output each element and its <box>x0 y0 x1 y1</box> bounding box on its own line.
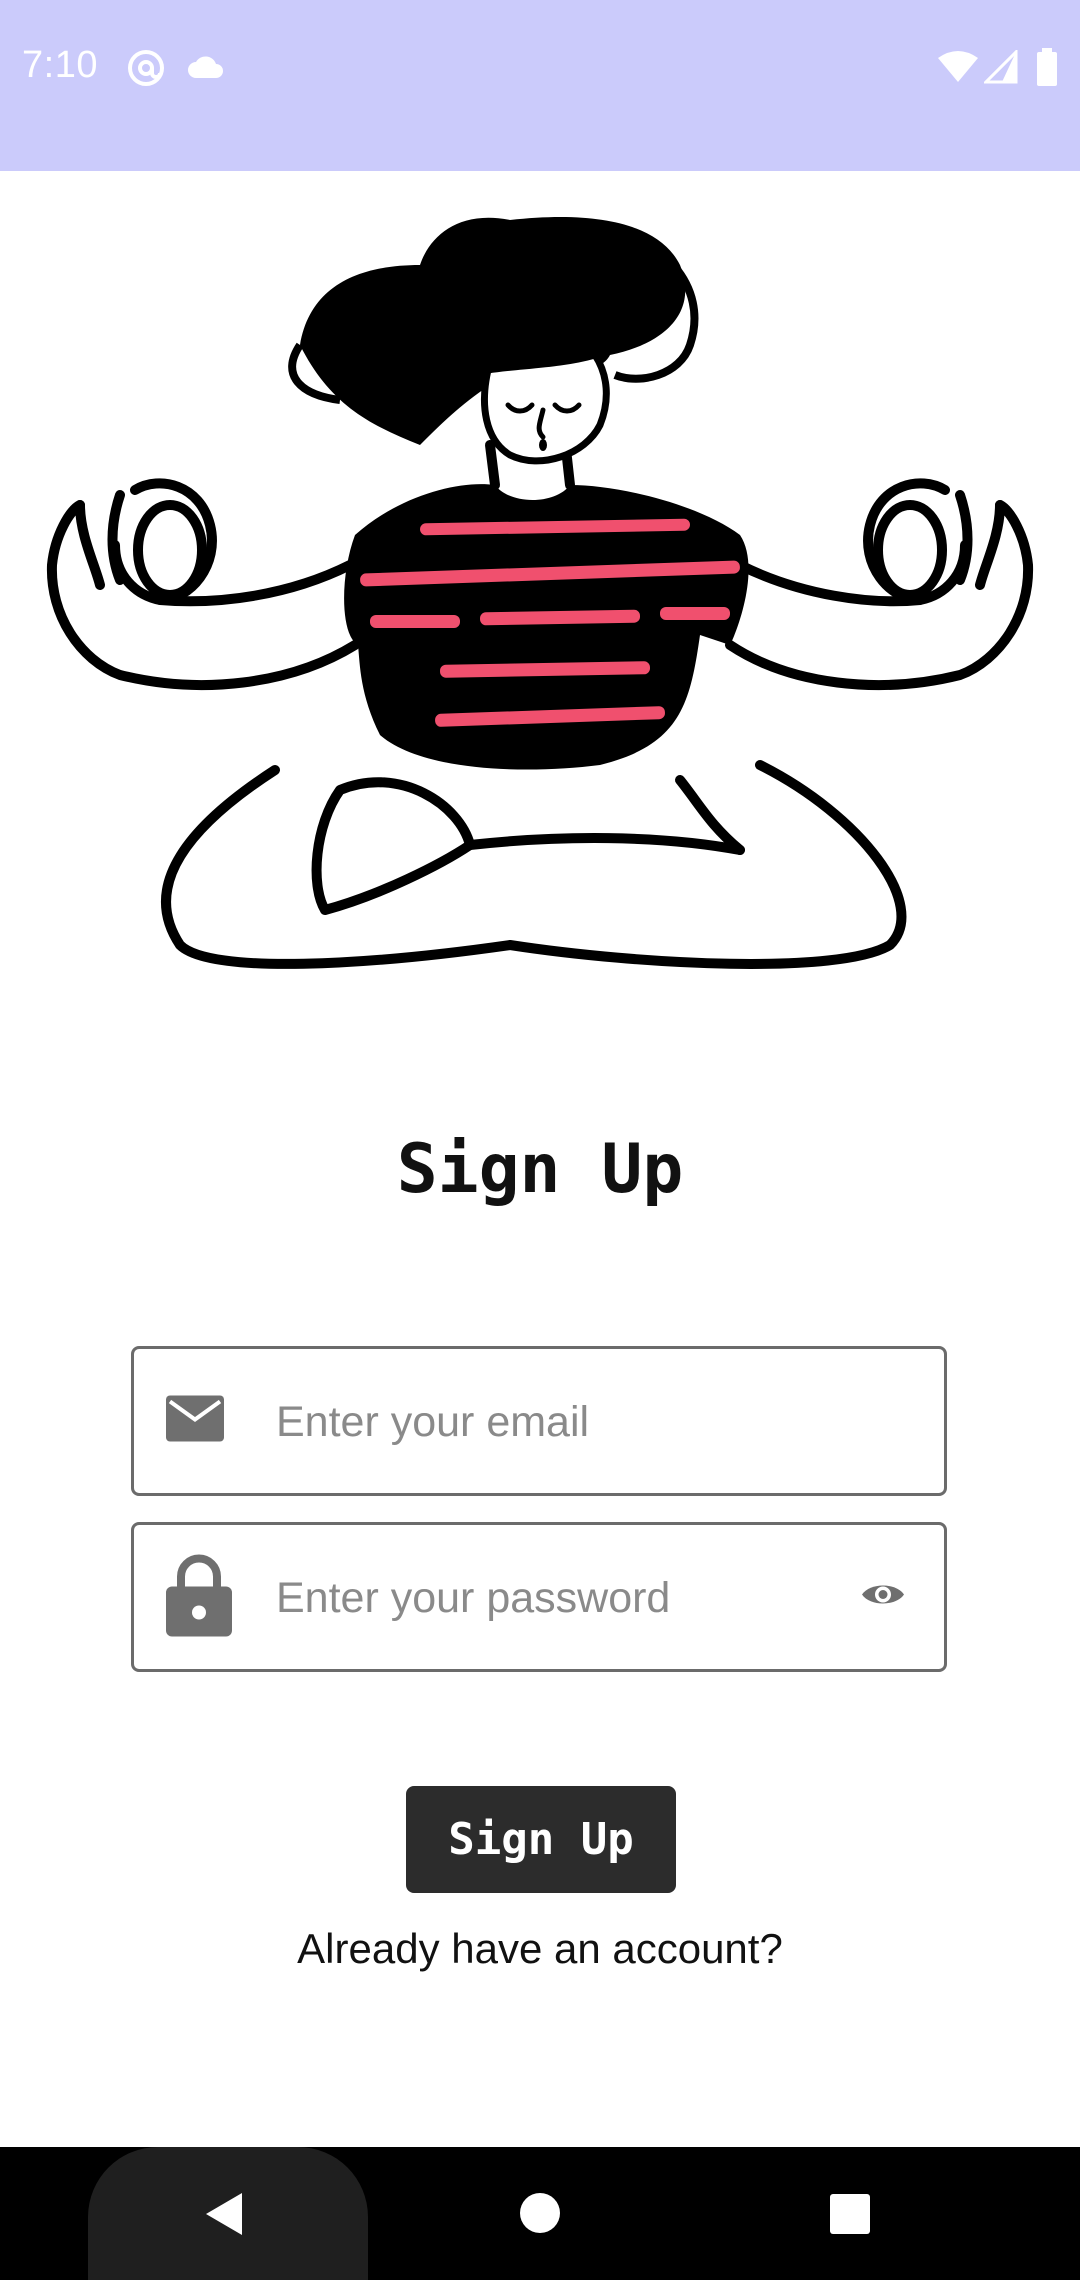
page-title: Sign Up <box>396 1130 684 1209</box>
password-field[interactable] <box>131 1522 947 1672</box>
status-bar: 7:10 <box>0 0 1080 171</box>
envelope-icon <box>166 1395 224 1447</box>
meditating-person-illustration <box>40 205 1040 985</box>
already-have-account-link[interactable]: Already have an account? <box>0 1925 1080 1973</box>
signal-icon <box>982 48 1018 89</box>
battery-icon <box>1036 48 1058 91</box>
at-sign-icon <box>126 48 166 93</box>
back-triangle-icon[interactable] <box>204 2191 244 2242</box>
password-input[interactable] <box>274 1525 838 1671</box>
sign-up-button[interactable]: Sign Up <box>406 1786 676 1893</box>
navigation-bar <box>0 2147 1080 2280</box>
status-time: 7:10 <box>22 44 98 86</box>
eye-icon[interactable] <box>860 1580 906 1615</box>
cloud-icon <box>186 52 226 85</box>
lock-icon <box>166 1553 232 1642</box>
recents-square-icon[interactable] <box>829 2193 871 2240</box>
email-input[interactable] <box>274 1349 838 1495</box>
home-circle-icon[interactable] <box>519 2192 561 2239</box>
wifi-icon <box>938 50 978 89</box>
email-field[interactable] <box>131 1346 947 1496</box>
